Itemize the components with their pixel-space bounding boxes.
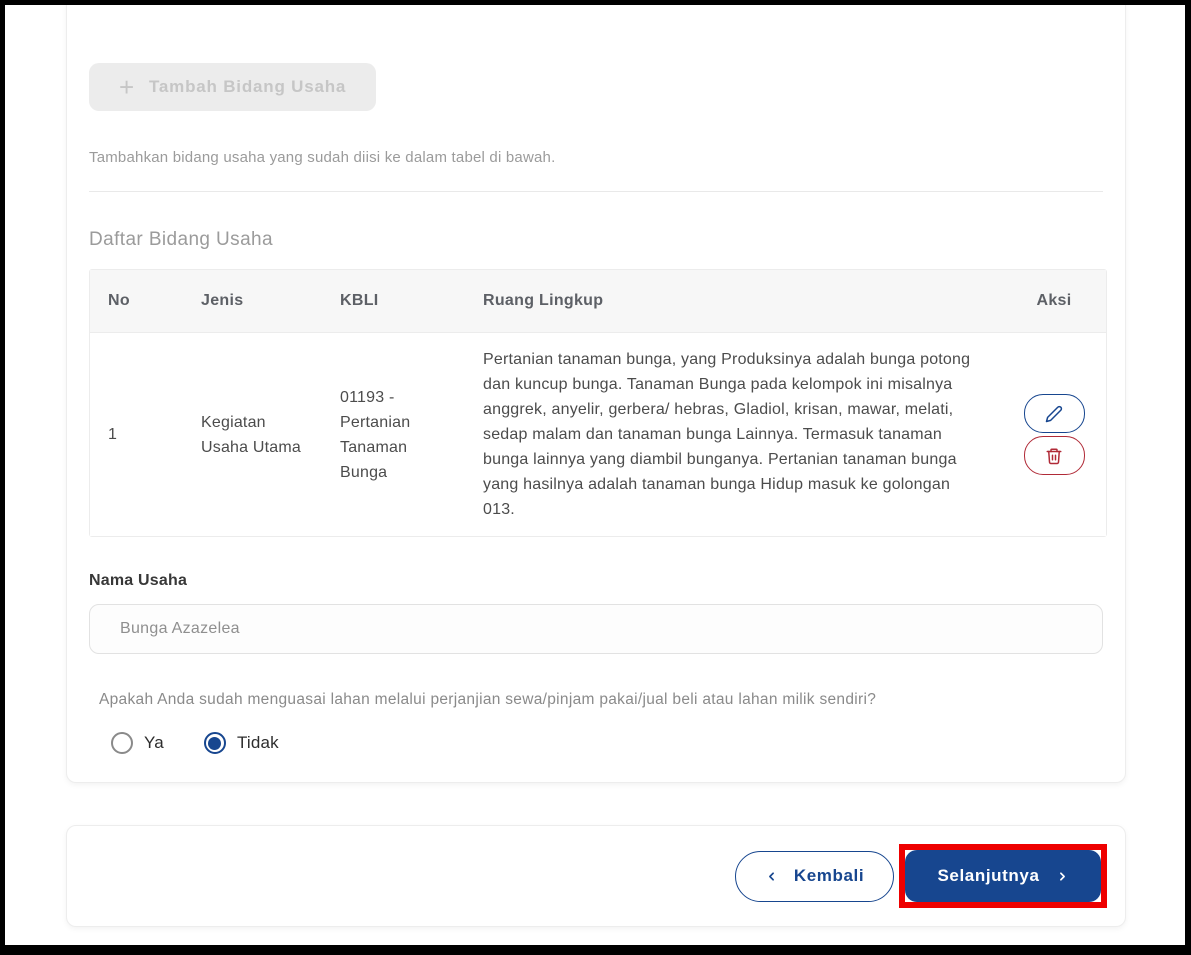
land-question-text: Apakah Anda sudah menguasai lahan melalu… — [89, 690, 1103, 709]
add-helper-text: Tambahkan bidang usaha yang sudah diisi … — [89, 148, 1103, 167]
edit-row-button[interactable] — [1024, 394, 1085, 433]
selanjutnya-button[interactable]: Selanjutnya — [905, 850, 1101, 902]
nama-usaha-label: Nama Usaha — [89, 571, 1103, 590]
radio-circle-tidak[interactable] — [204, 732, 226, 754]
radio-option-ya[interactable]: Ya — [111, 732, 164, 754]
footer-actions-card: Kembali Selanjutnya — [66, 825, 1126, 927]
add-bidang-usaha-button[interactable]: + Tambah Bidang Usaha — [89, 63, 376, 111]
radio-circle-ya[interactable] — [111, 732, 133, 754]
cell-kbli: 01193 - Pertanian Tanaman Bunga — [322, 333, 465, 536]
kembali-button[interactable]: Kembali — [735, 851, 894, 902]
nama-usaha-input[interactable] — [89, 604, 1103, 654]
table-header-row: No Jenis KBLI Ruang Lingkup Aksi — [90, 270, 1106, 333]
kembali-label: Kembali — [794, 866, 864, 886]
screenshot-frame: + Tambah Bidang Usaha Tambahkan bidang u… — [0, 0, 1191, 955]
column-header-jenis: Jenis — [183, 270, 322, 333]
cell-jenis: Kegiatan Usaha Utama — [183, 333, 322, 536]
cell-ruang-lingkup: Pertanian tanaman bunga, yang Produksiny… — [465, 333, 1002, 536]
column-header-aksi: Aksi — [1002, 270, 1106, 333]
table-section-title: Daftar Bidang Usaha — [89, 228, 1103, 251]
target-highlight-box: Selanjutnya — [899, 844, 1107, 908]
business-form-card: + Tambah Bidang Usaha Tambahkan bidang u… — [66, 0, 1126, 783]
radio-label-tidak: Tidak — [237, 733, 279, 753]
section-divider — [89, 191, 1103, 192]
cell-no: 1 — [90, 333, 183, 536]
bidang-usaha-table: No Jenis KBLI Ruang Lingkup Aksi 1 Kegia… — [89, 269, 1107, 537]
land-question-radio-group: Ya Tidak — [89, 732, 1103, 754]
add-bidang-usaha-label: Tambah Bidang Usaha — [149, 77, 346, 97]
column-header-ruang-lingkup: Ruang Lingkup — [465, 270, 1002, 333]
cell-aksi — [1002, 333, 1106, 536]
chevron-right-icon — [1056, 870, 1069, 883]
table-row: 1 Kegiatan Usaha Utama 01193 - Pertanian… — [90, 333, 1106, 536]
column-header-no: No — [90, 270, 183, 333]
chevron-left-icon — [765, 870, 778, 883]
trash-icon — [1045, 447, 1063, 465]
radio-option-tidak[interactable]: Tidak — [204, 732, 279, 754]
radio-label-ya: Ya — [144, 733, 164, 753]
selanjutnya-label: Selanjutnya — [937, 866, 1039, 886]
delete-row-button[interactable] — [1024, 436, 1085, 475]
pencil-icon — [1045, 405, 1063, 423]
column-header-kbli: KBLI — [322, 270, 465, 333]
plus-icon: + — [119, 74, 135, 100]
